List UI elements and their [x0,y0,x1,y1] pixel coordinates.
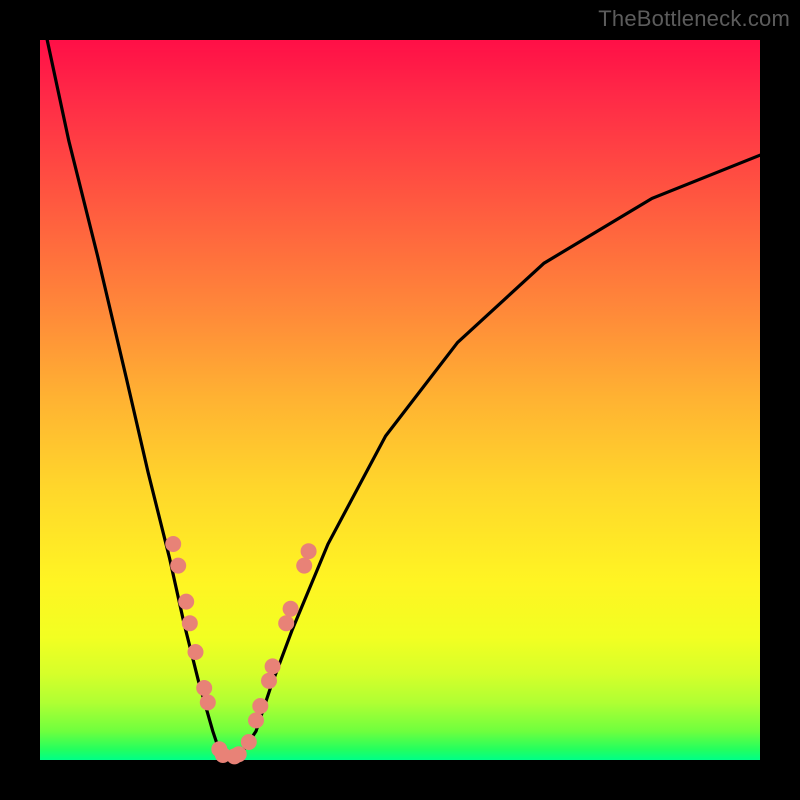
highlight-dot [265,658,281,674]
highlight-dot [252,698,268,714]
highlight-dot [248,712,264,728]
highlight-dot [278,615,294,631]
highlight-dot [241,734,257,750]
highlight-dot [200,694,216,710]
highlight-dot [170,558,186,574]
highlight-dot [283,601,299,617]
curve-svg [40,40,760,760]
highlight-dot [296,558,312,574]
chart-frame: TheBottleneck.com [0,0,800,800]
bottleneck-curve [47,40,760,760]
highlight-dot [196,680,212,696]
highlight-dot [301,543,317,559]
plot-area [40,40,760,760]
highlight-dot [178,594,194,610]
watermark-text: TheBottleneck.com [598,6,790,32]
highlight-dots [165,536,316,764]
highlight-dot [165,536,181,552]
highlight-dot [182,615,198,631]
highlight-dot [188,644,204,660]
highlight-dot [261,673,277,689]
